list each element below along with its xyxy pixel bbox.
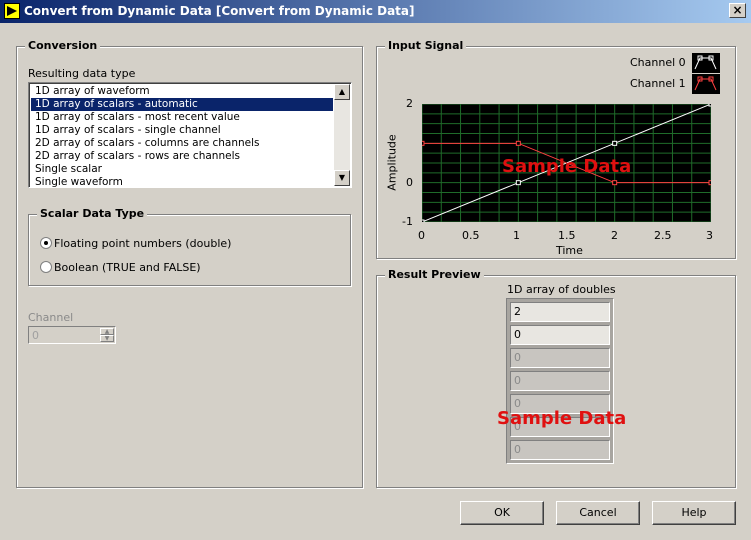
- y-axis-label: Amplitude: [385, 134, 399, 191]
- xtick-label: 0: [418, 229, 425, 242]
- input-signal-watermark: Sample Data: [502, 156, 632, 177]
- result-preview-title: Result Preview: [385, 268, 484, 281]
- window-title: Convert from Dynamic Data [Convert from …: [24, 4, 415, 18]
- array-element: 0: [510, 348, 610, 368]
- list-item[interactable]: 2D array of scalars - columns are channe…: [31, 137, 333, 150]
- data-point-channel-0: [419, 219, 425, 225]
- arrow-down-icon: ▼: [338, 173, 346, 182]
- radio-boolean-label[interactable]: Boolean (TRUE and FALSE): [54, 261, 201, 274]
- x-axis-label: Time: [556, 244, 583, 257]
- legend-channel-1-swatch: [692, 74, 720, 94]
- legend-channel-1-label: Channel 1: [630, 77, 686, 90]
- listbox-items: 1D array of waveform 1D array of scalars …: [31, 85, 333, 189]
- data-point-channel-1: [419, 140, 425, 146]
- radio-boolean[interactable]: [40, 261, 52, 273]
- spin-down-icon[interactable]: ▼: [100, 335, 114, 342]
- labview-app-icon: [4, 3, 20, 19]
- scroll-down-button[interactable]: ▼: [334, 170, 350, 186]
- xtick-label: 3: [706, 229, 713, 242]
- spin-up-icon[interactable]: ▲: [100, 328, 114, 335]
- close-button[interactable]: ×: [729, 3, 746, 18]
- list-item[interactable]: Single waveform: [31, 176, 333, 189]
- arrow-up-icon: ▲: [338, 87, 346, 96]
- list-item[interactable]: 1D array of scalars - most recent value: [31, 111, 333, 124]
- xtick-label: 1.5: [558, 229, 576, 242]
- input-signal-title: Input Signal: [385, 39, 467, 52]
- result-preview-watermark: Sample Data: [497, 408, 627, 429]
- channel-label: Channel: [28, 311, 74, 324]
- conversion-group-title: Conversion: [25, 39, 101, 52]
- data-point-channel-1: [612, 180, 618, 186]
- array-element[interactable]: 0: [510, 325, 610, 345]
- help-button[interactable]: Help: [652, 501, 736, 525]
- xtick-label: 1: [513, 229, 520, 242]
- resulting-data-type-label: Resulting data type: [28, 67, 136, 80]
- array-element[interactable]: 2: [510, 302, 610, 322]
- radio-floating-point[interactable]: [40, 237, 52, 249]
- data-point-channel-1: [515, 140, 521, 146]
- ytick-label: 0: [406, 176, 413, 189]
- data-point-channel-0: [708, 101, 714, 107]
- radio-floating-point-label[interactable]: Floating point numbers (double): [54, 237, 231, 250]
- xtick-label: 0.5: [462, 229, 480, 242]
- array-element: 0: [510, 371, 610, 391]
- data-point-channel-0: [612, 140, 618, 146]
- scalar-data-type-group: Scalar Data Type: [28, 207, 351, 286]
- array-label: 1D array of doubles: [507, 283, 616, 296]
- ytick-label: 2: [406, 97, 413, 110]
- listbox-scrollbar[interactable]: ▲ ▼: [334, 84, 350, 186]
- legend-channel-0-label: Channel 0: [630, 56, 686, 69]
- legend-channel-0-swatch: [692, 53, 720, 73]
- resulting-data-type-listbox[interactable]: 1D array of waveform 1D array of scalars …: [28, 82, 352, 188]
- ytick-label: -1: [402, 215, 413, 228]
- scalar-data-type-title: Scalar Data Type: [37, 207, 148, 220]
- xtick-label: 2.5: [654, 229, 672, 242]
- list-item[interactable]: 2D array of scalars - rows are channels: [31, 150, 333, 163]
- cancel-button[interactable]: Cancel: [556, 501, 640, 525]
- list-item[interactable]: 1D array of scalars - single channel: [31, 124, 333, 137]
- array-element: 0: [510, 440, 610, 460]
- list-item[interactable]: 1D array of scalars - automatic: [31, 98, 333, 111]
- scroll-up-button[interactable]: ▲: [334, 84, 350, 100]
- list-item[interactable]: Single scalar: [31, 163, 333, 176]
- data-point-channel-0: [515, 180, 521, 186]
- ok-button[interactable]: OK: [460, 501, 544, 525]
- xtick-label: 2: [611, 229, 618, 242]
- data-point-channel-1: [708, 180, 714, 186]
- close-icon: ×: [732, 3, 743, 17]
- channel-spinner[interactable]: 0 ▲ ▼: [28, 326, 116, 344]
- title-bar: Convert from Dynamic Data [Convert from …: [0, 0, 751, 23]
- channel-value: 0: [32, 329, 39, 342]
- list-item[interactable]: 1D array of waveform: [31, 85, 333, 98]
